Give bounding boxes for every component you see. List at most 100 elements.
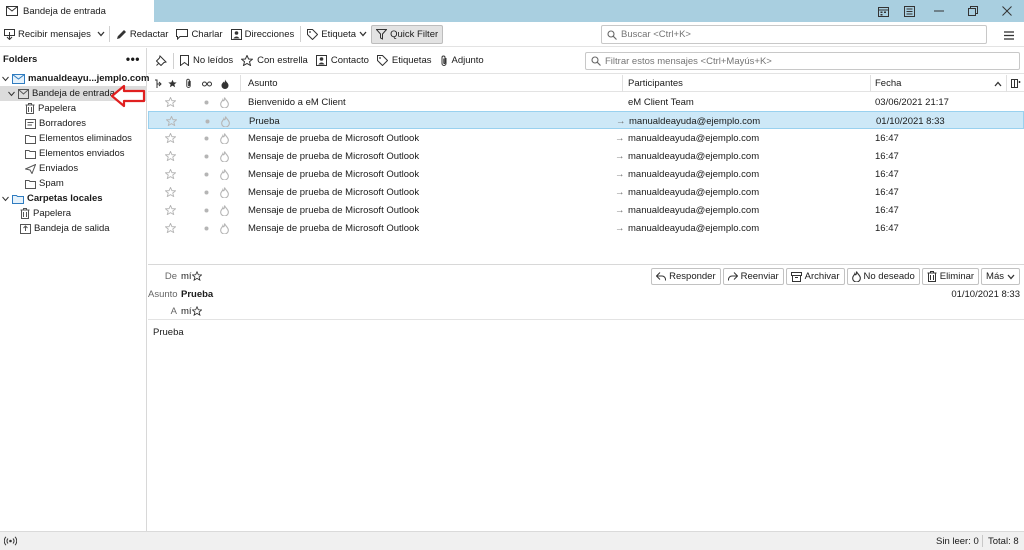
local-folder-icon bbox=[12, 194, 24, 204]
close-button[interactable] bbox=[990, 0, 1024, 22]
search-box[interactable] bbox=[601, 25, 987, 44]
preview-from-row: De mí bbox=[148, 268, 202, 284]
message-row[interactable]: Mensaje de prueba de Microsoft Outlook → m… bbox=[148, 183, 1024, 201]
reply-button[interactable]: Responder bbox=[651, 268, 721, 285]
star-icon[interactable] bbox=[166, 112, 177, 130]
thread-column-header[interactable] bbox=[154, 75, 162, 92]
forward-button[interactable]: Reenviar bbox=[722, 268, 784, 285]
trash-icon bbox=[20, 208, 30, 219]
filter-attachment-button[interactable]: Adjunto bbox=[436, 52, 488, 70]
junk-button[interactable]: No deseado bbox=[846, 268, 920, 285]
sidebar-item-trash[interactable]: Papelera bbox=[0, 101, 147, 116]
direction-arrow-icon: → bbox=[615, 168, 625, 180]
filter-unread-button[interactable]: No leídos bbox=[176, 52, 237, 70]
message-row[interactable]: Mensaje de prueba de Microsoft Outlook → m… bbox=[148, 147, 1024, 165]
filter-starred-button[interactable]: Con estrella bbox=[237, 52, 312, 70]
chat-button[interactable]: Charlar bbox=[172, 25, 226, 44]
tasks-icon[interactable] bbox=[896, 0, 922, 22]
sidebar-item-deleted[interactable]: Elementos eliminados bbox=[0, 131, 147, 146]
star-icon[interactable] bbox=[165, 183, 176, 201]
sidebar-item-outbox[interactable]: Bandeja de salida bbox=[0, 221, 147, 236]
attachment-column-header[interactable] bbox=[185, 75, 192, 92]
junk-flame-icon[interactable] bbox=[220, 93, 229, 111]
more-icon[interactable]: ••• bbox=[126, 52, 140, 66]
junk-flame-icon[interactable] bbox=[220, 147, 229, 165]
star-column-header[interactable] bbox=[168, 75, 177, 92]
tag-icon bbox=[307, 28, 319, 40]
filter-contact-button[interactable]: Contacto bbox=[312, 52, 373, 70]
read-dot-icon[interactable] bbox=[204, 93, 209, 111]
star-icon[interactable] bbox=[191, 271, 202, 281]
sort-chevron-up-icon[interactable] bbox=[994, 75, 1002, 92]
message-date: 01/10/2021 8:33 bbox=[876, 115, 945, 127]
read-dot-icon[interactable] bbox=[204, 183, 209, 201]
direction-arrow-icon: → bbox=[615, 150, 625, 162]
star-icon[interactable] bbox=[165, 93, 176, 111]
folder-icon bbox=[25, 179, 36, 189]
filter-messages-box[interactable] bbox=[585, 52, 1020, 70]
search-input[interactable] bbox=[621, 29, 986, 40]
read-dot-icon[interactable] bbox=[205, 112, 210, 130]
read-dot-icon[interactable] bbox=[204, 165, 209, 183]
archive-button[interactable]: Archivar bbox=[785, 268, 845, 285]
read-column-header[interactable] bbox=[202, 75, 212, 92]
read-dot-icon[interactable] bbox=[204, 219, 209, 237]
connection-status-icon[interactable] bbox=[4, 532, 17, 550]
folder-icon bbox=[25, 134, 36, 144]
more-actions-button[interactable]: Más bbox=[981, 268, 1020, 285]
star-icon[interactable] bbox=[165, 129, 176, 147]
sidebar-item-sent-items[interactable]: Elementos enviados bbox=[0, 146, 147, 161]
quick-filter-button[interactable]: Quick Filter bbox=[371, 24, 444, 44]
minimize-button[interactable] bbox=[922, 0, 956, 22]
star-icon[interactable] bbox=[165, 219, 176, 237]
message-row[interactable]: Mensaje de prueba de Microsoft Outlook → m… bbox=[148, 129, 1024, 147]
message-row[interactable]: Mensaje de prueba de Microsoft Outlook → m… bbox=[148, 219, 1024, 237]
compose-button[interactable]: Redactar bbox=[112, 25, 173, 44]
star-icon[interactable] bbox=[165, 201, 176, 219]
tag-button[interactable]: Etiqueta bbox=[303, 25, 371, 44]
star-icon[interactable] bbox=[165, 147, 176, 165]
read-dot-icon[interactable] bbox=[204, 129, 209, 147]
subject-column-header[interactable]: Asunto bbox=[248, 75, 278, 92]
receive-messages-button[interactable]: Recibir mensajes bbox=[0, 25, 95, 44]
junk-flame-icon[interactable] bbox=[220, 201, 229, 219]
message-participant: manualdeayuda@ejemplo.com bbox=[628, 204, 760, 216]
sidebar-item-sent[interactable]: Enviados bbox=[0, 161, 147, 176]
junk-flame-icon[interactable] bbox=[220, 183, 229, 201]
sidebar-item-drafts[interactable]: Borradores bbox=[0, 116, 147, 131]
contacts-button[interactable]: Direcciones bbox=[227, 25, 299, 44]
receive-dropdown-button[interactable] bbox=[95, 25, 107, 44]
read-dot-icon[interactable] bbox=[204, 147, 209, 165]
delete-button[interactable]: Eliminar bbox=[921, 268, 980, 285]
read-dot-icon[interactable] bbox=[204, 201, 209, 219]
star-icon[interactable] bbox=[165, 165, 176, 183]
star-icon[interactable] bbox=[191, 306, 202, 316]
junk-flame-icon[interactable] bbox=[220, 165, 229, 183]
junk-flame-icon[interactable] bbox=[221, 112, 230, 130]
filter-messages-input[interactable] bbox=[605, 55, 1019, 67]
chevron-down-icon bbox=[359, 31, 367, 37]
pin-filter-button[interactable] bbox=[152, 52, 171, 70]
message-date: 03/06/2021 21:17 bbox=[875, 96, 949, 108]
date-column-header[interactable]: Fecha bbox=[875, 75, 901, 92]
sidebar-item-local-trash[interactable]: Papelera bbox=[0, 206, 147, 221]
message-row[interactable]: Bienvenido a eM Client eM Client Team 03/0… bbox=[148, 93, 1024, 111]
junk-flame-icon[interactable] bbox=[220, 129, 229, 147]
calendar-icon[interactable] bbox=[870, 0, 896, 22]
filter-tags-button[interactable]: Etiquetas bbox=[373, 52, 436, 70]
junk-flame-icon[interactable] bbox=[220, 219, 229, 237]
download-icon bbox=[4, 28, 15, 40]
preview-from[interactable]: mí bbox=[181, 271, 192, 282]
preview-to[interactable]: mí bbox=[181, 306, 192, 317]
column-picker-icon[interactable] bbox=[1011, 75, 1021, 92]
sidebar-item-spam[interactable]: Spam bbox=[0, 176, 147, 191]
message-row[interactable]: Mensaje de prueba de Microsoft Outlook → m… bbox=[148, 201, 1024, 219]
junk-column-header[interactable] bbox=[221, 75, 229, 92]
message-row[interactable]: Mensaje de prueba de Microsoft Outlook → m… bbox=[148, 165, 1024, 183]
participants-column-header[interactable]: Participantes bbox=[628, 75, 683, 92]
tab-inbox[interactable]: Bandeja de entrada bbox=[0, 0, 154, 22]
sidebar-local-folders[interactable]: Carpetas locales bbox=[0, 191, 147, 206]
message-row[interactable]: Prueba → manualdeayuda@ejemplo.com 01/10/20… bbox=[148, 111, 1024, 129]
menu-button[interactable] bbox=[1000, 26, 1018, 44]
restore-button[interactable] bbox=[956, 0, 990, 22]
